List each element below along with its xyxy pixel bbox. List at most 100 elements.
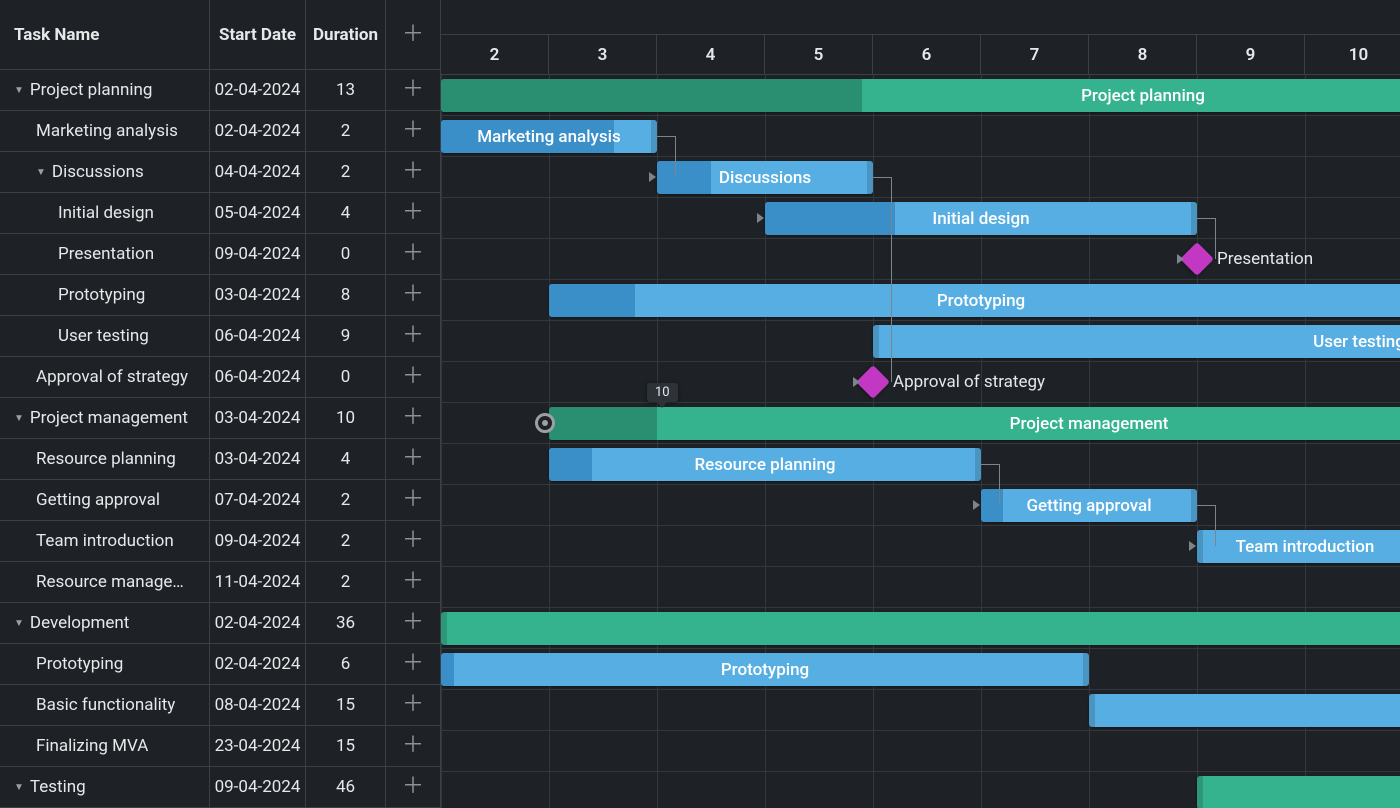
grid-row[interactable]: ▼Project management03-04-202410 ＋ [0, 398, 440, 439]
plus-icon[interactable]: ＋ [402, 489, 424, 511]
task-duration-cell[interactable]: 2 [306, 521, 386, 561]
task-name-cell[interactable]: Getting approval [0, 480, 210, 520]
task-start-cell[interactable]: 02-04-2024 [210, 111, 306, 151]
plus-icon[interactable]: ＋ [402, 243, 424, 265]
task-name-cell[interactable]: ▼Development [0, 603, 210, 643]
plus-icon[interactable]: ＋ [402, 571, 424, 593]
task-start-cell[interactable]: 09-04-2024 [210, 234, 306, 274]
task-start-cell[interactable]: 09-04-2024 [210, 767, 306, 807]
chevron-down-icon[interactable]: ▼ [14, 85, 24, 96]
task-start-cell[interactable]: 04-04-2024 [210, 152, 306, 192]
task-start-cell[interactable]: 03-04-2024 [210, 439, 306, 479]
task-start-cell[interactable]: 07-04-2024 [210, 480, 306, 520]
grid-row[interactable]: ▼Discussions04-04-20242 ＋ [0, 152, 440, 193]
task-start-cell[interactable]: 02-04-2024 [210, 70, 306, 110]
task-duration-cell[interactable]: 4 [306, 193, 386, 233]
task-name-cell[interactable]: Resource planning [0, 439, 210, 479]
chevron-down-icon[interactable]: ▼ [14, 413, 24, 424]
plus-icon[interactable]: ＋ [402, 694, 424, 716]
task-name-cell[interactable]: ▼Discussions [0, 152, 210, 192]
grid-row[interactable]: Team introduction09-04-20242＋ [0, 521, 440, 562]
chart-body[interactable]: Project planning Marketing analysisDiscus… [441, 75, 1400, 808]
task-duration-cell[interactable]: 2 [306, 111, 386, 151]
task-name-cell[interactable]: Prototyping [0, 275, 210, 315]
grid-row[interactable]: Presentation09-04-20240 ＋ [0, 234, 440, 275]
plus-icon[interactable]: ＋ [402, 366, 424, 388]
task-duration-cell[interactable]: 2 [306, 562, 386, 602]
plus-icon[interactable]: ＋ [402, 202, 424, 224]
task-bar[interactable]: Resource planning [549, 448, 981, 481]
plus-icon[interactable]: ＋ [402, 161, 424, 183]
task-name-cell[interactable]: Resource manage… [0, 562, 210, 602]
resize-handle-right[interactable] [867, 161, 873, 194]
grid-row[interactable]: Resource manage…11-04-20242 ＋ [0, 562, 440, 603]
task-bar[interactable]: Discussions [657, 161, 873, 194]
grid-row[interactable]: Prototyping03-04-20248 ＋ [0, 275, 440, 316]
task-bar[interactable]: Getting approval [981, 489, 1197, 522]
col-header-start[interactable]: Start Date [210, 0, 306, 69]
task-duration-cell[interactable]: 0 [306, 234, 386, 274]
grid-row[interactable]: Initial design05-04-20244 ＋ [0, 193, 440, 234]
col-header-duration[interactable]: Duration [306, 0, 386, 69]
plus-icon[interactable]: ＋ [402, 24, 424, 46]
progress-grip-icon[interactable] [535, 413, 555, 433]
task-bar[interactable]: Prototyping [441, 653, 1089, 686]
plus-icon[interactable]: ＋ [402, 612, 424, 634]
plus-icon[interactable]: ＋ [402, 325, 424, 347]
task-bar[interactable]: Initial design [765, 202, 1197, 235]
resize-handle-right[interactable] [1191, 202, 1197, 235]
resize-handle-left[interactable] [873, 325, 879, 358]
task-duration-cell[interactable]: 10 [306, 398, 386, 438]
plus-icon[interactable]: ＋ [402, 284, 424, 306]
grid-row[interactable]: Marketing analysis02-04-20242＋ [0, 111, 440, 152]
task-name-cell[interactable]: Approval of strategy [0, 357, 210, 397]
task-bar[interactable]: Basic functionality [1089, 694, 1400, 727]
plus-icon[interactable]: ＋ [402, 407, 424, 429]
plus-icon[interactable]: ＋ [402, 120, 424, 142]
resize-handle-right[interactable] [1191, 489, 1197, 522]
summary-bar[interactable]: Project management [549, 407, 1400, 440]
task-start-cell[interactable]: 06-04-2024 [210, 316, 306, 356]
task-duration-cell[interactable]: 13 [306, 70, 386, 110]
grid-row[interactable]: Prototyping02-04-20246＋ [0, 644, 440, 685]
task-bar[interactable]: Marketing analysis [441, 120, 657, 153]
gantt-chart[interactable]: 2345678910 Project planningMarketing ana… [441, 0, 1400, 808]
col-header-name[interactable]: Task Name [0, 0, 210, 69]
grid-row[interactable]: Approval of strategy06-04-20240＋ [0, 357, 440, 398]
task-name-cell[interactable]: ▼Project management [0, 398, 210, 438]
plus-icon[interactable]: ＋ [402, 735, 424, 757]
task-start-cell[interactable]: 03-04-2024 [210, 398, 306, 438]
task-bar[interactable]: Prototyping [549, 284, 1400, 317]
task-start-cell[interactable]: 23-04-2024 [210, 726, 306, 766]
chevron-down-icon[interactable]: ▼ [14, 782, 24, 793]
task-start-cell[interactable]: 05-04-2024 [210, 193, 306, 233]
chevron-down-icon[interactable]: ▼ [36, 167, 46, 178]
summary-bar[interactable]: Project planning [441, 79, 1400, 112]
task-name-cell[interactable]: User testing [0, 316, 210, 356]
grid-row[interactable]: Getting approval07-04-20242＋ [0, 480, 440, 521]
task-duration-cell[interactable]: 2 [306, 152, 386, 192]
grid-row[interactable]: ▼Project planning02-04-202413＋ [0, 70, 440, 111]
task-duration-cell[interactable]: 4 [306, 439, 386, 479]
task-start-cell[interactable]: 11-04-2024 [210, 562, 306, 602]
task-start-cell[interactable]: 03-04-2024 [210, 275, 306, 315]
chevron-down-icon[interactable]: ▼ [14, 618, 24, 629]
task-bar[interactable]: User testing [873, 325, 1400, 358]
plus-icon[interactable]: ＋ [402, 653, 424, 675]
task-start-cell[interactable]: 09-04-2024 [210, 521, 306, 561]
task-duration-cell[interactable]: 8 [306, 275, 386, 315]
task-name-cell[interactable]: Initial design [0, 193, 210, 233]
plus-icon[interactable]: ＋ [402, 79, 424, 101]
resize-handle-left[interactable] [1197, 776, 1203, 808]
task-duration-cell[interactable]: 36 [306, 603, 386, 643]
resize-handle-left[interactable] [441, 612, 447, 645]
grid-row[interactable]: User testing06-04-20249＋ [0, 316, 440, 357]
task-name-cell[interactable]: Basic functionality [0, 685, 210, 725]
grid-row[interactable]: Resource planning03-04-20244＋ [0, 439, 440, 480]
grid-row[interactable]: Finalizing MVA23-04-202415＋ [0, 726, 440, 767]
summary-bar[interactable]: Development [441, 612, 1400, 645]
summary-bar[interactable]: Testing [1197, 776, 1400, 808]
task-duration-cell[interactable]: 15 [306, 726, 386, 766]
task-name-cell[interactable]: ▼Testing [0, 767, 210, 807]
task-name-cell[interactable]: Presentation [0, 234, 210, 274]
